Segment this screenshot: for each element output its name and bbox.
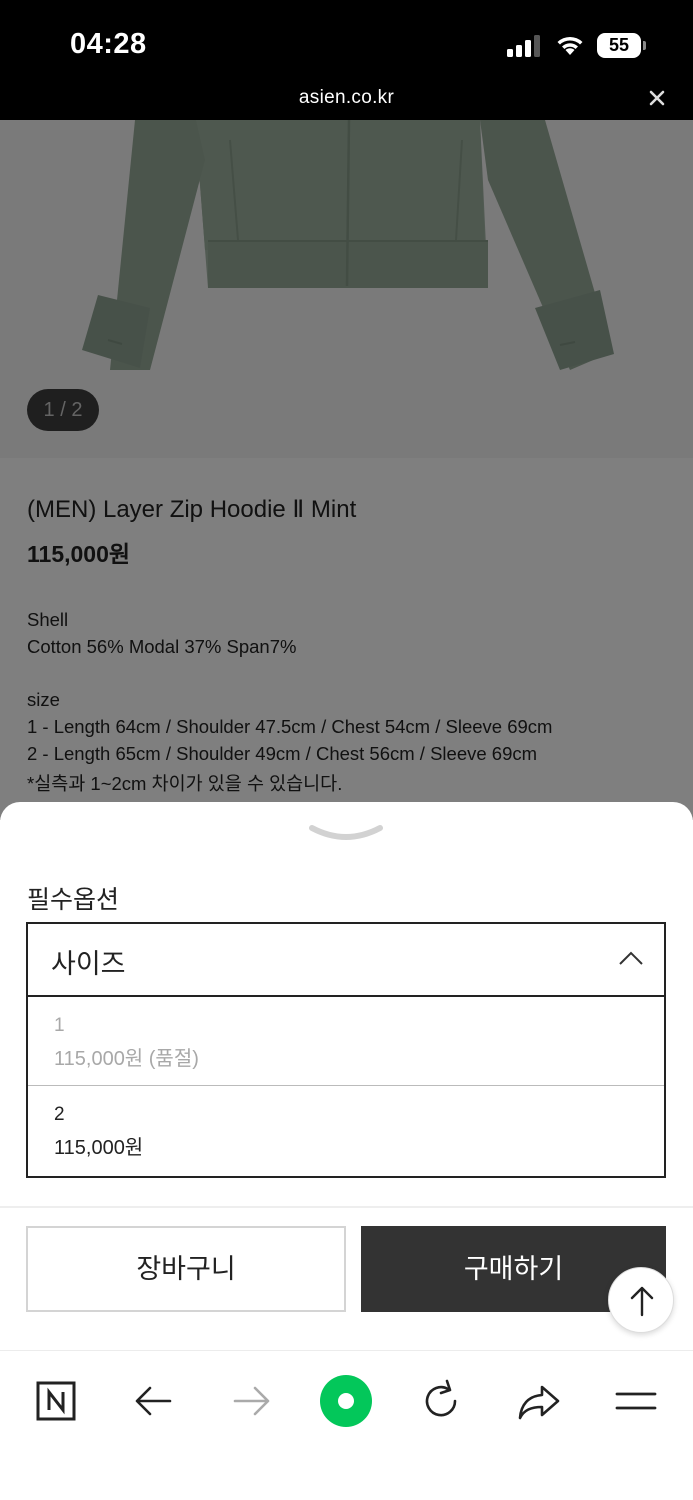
menu-button[interactable]: [610, 1375, 662, 1427]
option-name: 1: [54, 1015, 65, 1036]
chevron-up-icon: [619, 951, 643, 965]
size-option-2[interactable]: 2 115,000원: [28, 1086, 664, 1175]
back-arrow-icon: [135, 1386, 172, 1416]
naver-home-button[interactable]: [30, 1375, 82, 1427]
size-select-header[interactable]: 사이즈: [28, 924, 664, 997]
option-name: 2: [54, 1104, 65, 1125]
status-time: 04:28: [70, 28, 147, 60]
required-option-label: 필수옵션: [27, 886, 120, 914]
naver-home-icon: [36, 1381, 76, 1421]
menu-icon: [615, 1392, 657, 1410]
reload-icon: [425, 1379, 457, 1417]
forward-arrow-icon: [233, 1386, 270, 1416]
browser-url-bar: asien.co.kr: [0, 78, 693, 120]
option-price: 115,000원 (품절): [54, 1048, 199, 1070]
back-button[interactable]: [128, 1375, 180, 1427]
battery-level: 55: [597, 33, 641, 58]
share-icon: [518, 1385, 560, 1420]
green-dot-icon: [320, 1375, 372, 1427]
add-to-cart-button[interactable]: 장바구니: [26, 1226, 346, 1312]
size-select: 사이즈 1 115,000원 (품절) 2 115,000원: [26, 922, 666, 1178]
close-icon[interactable]: [646, 87, 668, 109]
browser-toolbar: [0, 1350, 693, 1500]
share-button[interactable]: [513, 1375, 565, 1427]
sheet-divider: [0, 1206, 693, 1208]
sheet-collapse-handle-icon[interactable]: [309, 822, 383, 848]
product-page: 1 / 2 (MEN) Layer Zip Hoodie Ⅱ Mint 115,…: [0, 120, 693, 820]
arrow-up-icon: [630, 1286, 654, 1317]
cellular-signal-icon: [507, 35, 540, 57]
dim-overlay[interactable]: [0, 120, 693, 820]
forward-button[interactable]: [225, 1375, 277, 1427]
wifi-icon: [557, 36, 583, 55]
size-option-1[interactable]: 1 115,000원 (품절): [28, 997, 664, 1086]
option-price: 115,000원: [54, 1137, 144, 1159]
url-text[interactable]: asien.co.kr: [0, 87, 693, 109]
status-bar: 04:28 55: [0, 0, 693, 78]
reload-button[interactable]: [415, 1375, 467, 1427]
scroll-to-top-button[interactable]: [608, 1267, 674, 1333]
options-bottom-sheet: 필수옵션 사이즈 1 115,000원 (품절) 2 115,000원 장바구니…: [0, 802, 693, 1350]
battery-icon: 55: [597, 33, 647, 58]
green-dot-button[interactable]: [320, 1375, 372, 1427]
size-select-value: 사이즈: [51, 949, 126, 979]
